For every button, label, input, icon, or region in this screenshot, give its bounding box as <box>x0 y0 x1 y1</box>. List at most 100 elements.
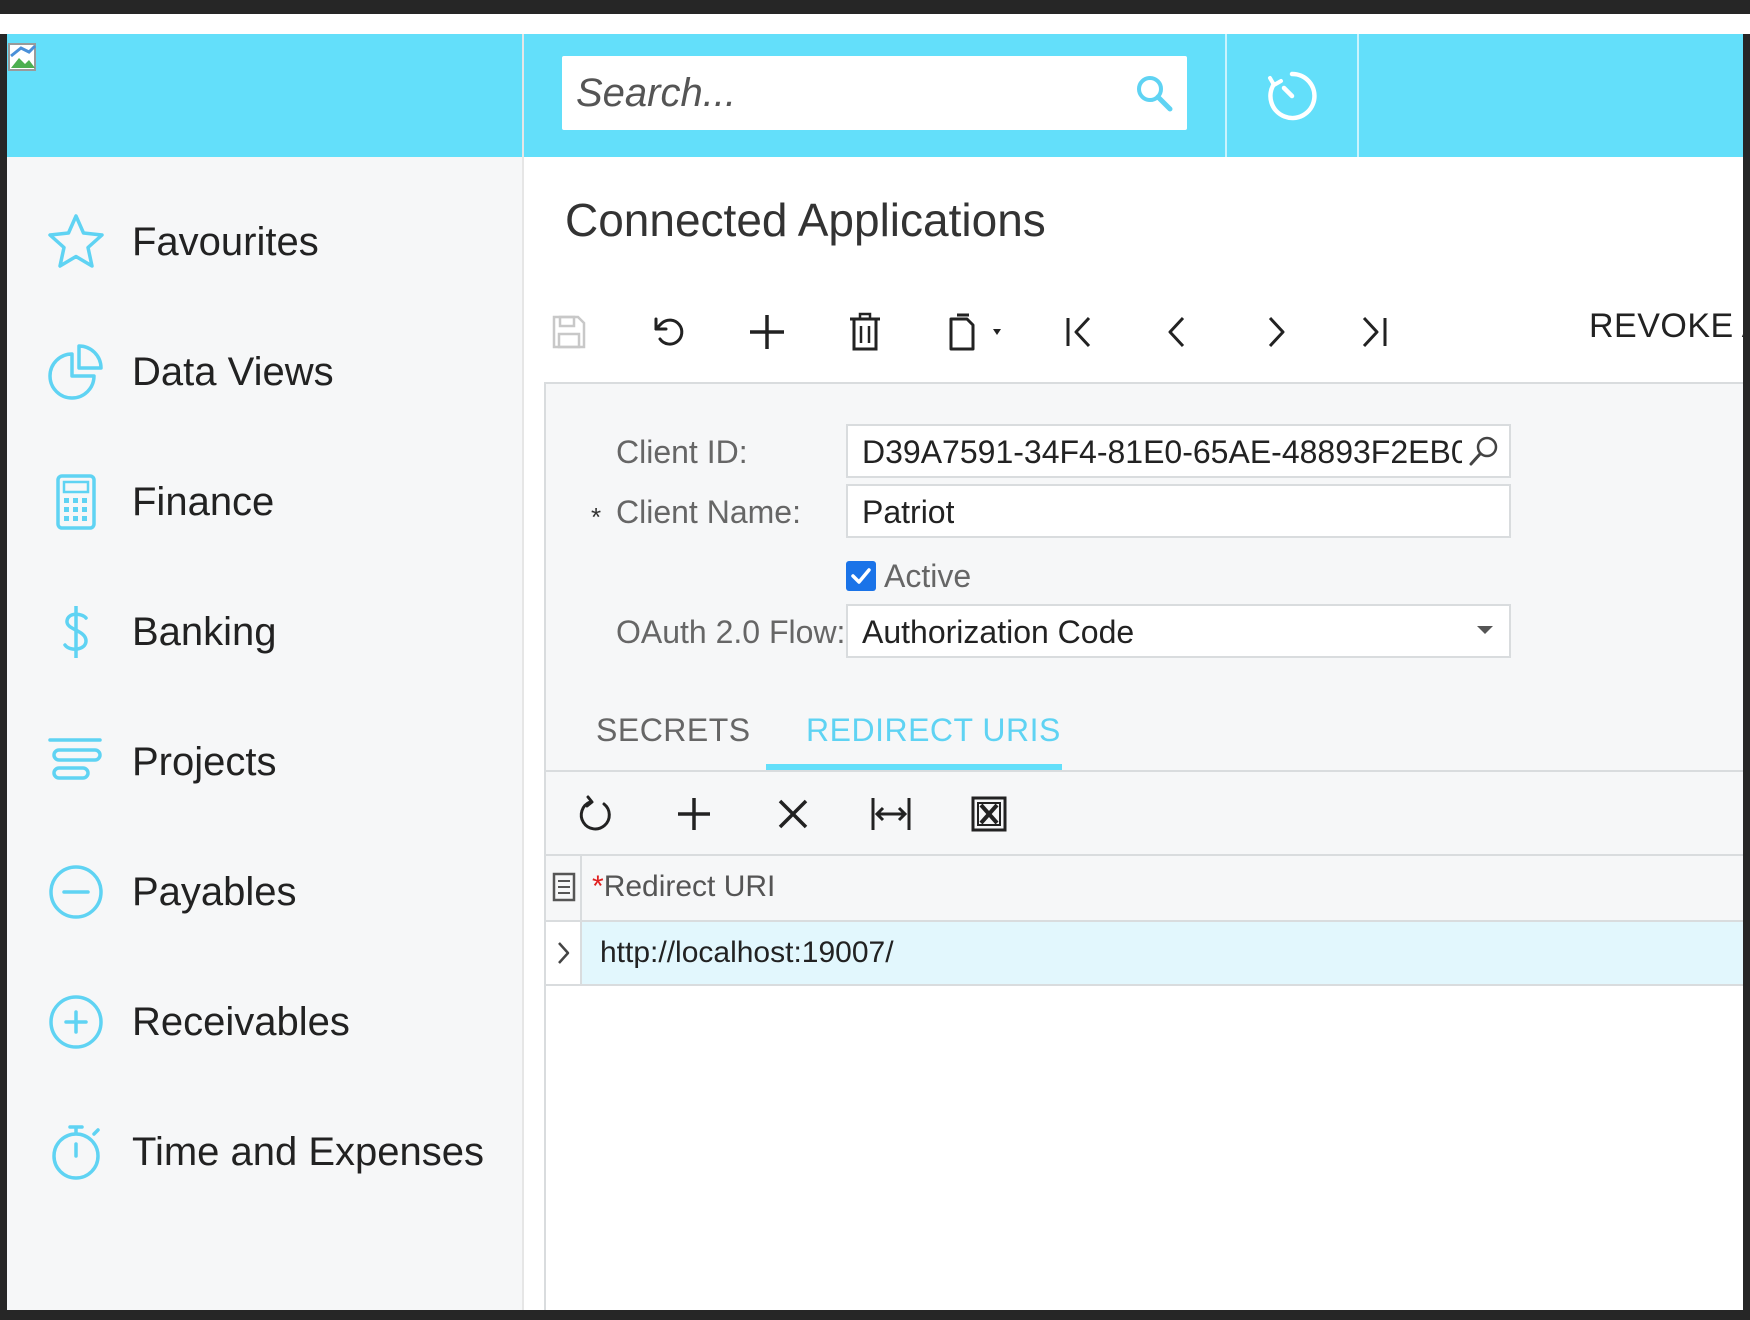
row-selector-icon[interactable] <box>548 870 580 906</box>
tab-redirect-uris[interactable]: REDIRECT URIS <box>806 712 1061 749</box>
undo-button[interactable] <box>639 302 699 362</box>
refresh-button[interactable] <box>566 784 626 844</box>
chevron-right-icon <box>558 942 570 964</box>
window-top-strip <box>0 14 1750 34</box>
oauth-flow-value: Authorization Code <box>862 614 1135 650</box>
sidebar-item-favourites[interactable]: Favourites <box>7 187 522 297</box>
sidebar-item-receivables[interactable]: Receivables <box>7 967 522 1077</box>
sidebar-item-label: Favourites <box>132 219 319 264</box>
undo-icon <box>654 317 684 346</box>
calculator-icon <box>45 471 107 533</box>
sidebar-item-payables[interactable]: Payables <box>7 837 522 947</box>
sidebar-item-label: Data Views <box>132 349 334 394</box>
trash-icon <box>850 312 880 351</box>
search-icon[interactable] <box>1133 72 1175 114</box>
client-id-value: D39A7591-34F4-81E0-65AE-48893F2EB0FB@ <box>862 434 1462 470</box>
sidebar-item-label: Banking <box>132 609 277 654</box>
revoke-button[interactable]: REVOKE A <box>1589 307 1750 346</box>
minus-circle-icon <box>45 861 107 923</box>
sidebar-item-finance[interactable]: Finance <box>7 447 522 557</box>
row-expander[interactable] <box>546 922 582 984</box>
oauth-flow-select[interactable]: Authorization Code <box>846 604 1511 658</box>
active-label: Active <box>884 558 972 594</box>
column-header-redirect-uri[interactable]: *Redirect URI <box>592 870 775 904</box>
history-icon <box>1268 71 1317 120</box>
history-button[interactable] <box>1227 34 1357 157</box>
plus-circle-icon <box>45 991 107 1053</box>
sidebar-item-label: Time and Expenses <box>132 1129 485 1174</box>
last-record-button[interactable] <box>1344 302 1404 362</box>
fit-width-icon <box>871 798 911 830</box>
add-row-button[interactable] <box>664 784 724 844</box>
sidebar: Favourites Data Views Finance Banking Pr… <box>7 157 524 1310</box>
client-id-field[interactable]: D39A7591-34F4-81E0-65AE-48893F2EB0FB@ <box>846 424 1511 478</box>
column-header-label: Redirect URI <box>603 870 776 903</box>
app-frame: Favourites Data Views <box>7 34 1750 1310</box>
sidebar-item-data-views[interactable]: Data Views <box>7 317 522 427</box>
last-icon <box>1362 316 1387 348</box>
refresh-icon <box>579 795 611 831</box>
chevron-down-icon <box>1477 626 1493 634</box>
search-box <box>562 56 1187 130</box>
sidebar-item-time-and-expenses[interactable]: Time and Expenses <box>7 1097 522 1207</box>
fit-columns-button[interactable] <box>861 784 921 844</box>
form-panel: Client ID: D39A7591-34F4-81E0-65AE-48893… <box>544 382 1750 1310</box>
delete-row-button[interactable] <box>763 784 823 844</box>
top-bar <box>524 34 1750 157</box>
client-name-field[interactable]: Patriot <box>846 484 1511 538</box>
tab-secrets[interactable]: SECRETS <box>596 712 751 749</box>
plus-icon <box>750 315 784 349</box>
sidebar-item-projects[interactable]: Projects <box>7 707 522 817</box>
clipboard-icon <box>949 313 1001 351</box>
save-icon <box>552 315 586 349</box>
sidebar-item-label: Finance <box>132 479 275 524</box>
redirect-uri-cell[interactable]: http://localhost:19007/ <box>600 936 894 970</box>
grid-toolbar <box>546 772 1750 856</box>
sidebar-item-label: Projects <box>132 739 277 784</box>
add-button[interactable] <box>737 302 797 362</box>
window-top-border <box>0 0 1750 14</box>
oauth-flow-label: OAuth 2.0 Flow: <box>616 614 846 650</box>
chevron-right-icon <box>1268 316 1285 348</box>
chevron-left-icon <box>1168 316 1185 348</box>
close-icon <box>778 799 808 829</box>
plus-icon <box>678 798 710 830</box>
form-toolbar: REVOKE A <box>524 297 1750 367</box>
page-title: Connected Applications <box>565 194 1046 246</box>
next-record-button[interactable] <box>1246 302 1306 362</box>
sidebar-item-label: Receivables <box>132 999 350 1044</box>
main-content: Connected Applications REVOKE A Client I… <box>524 157 1750 1310</box>
active-checkbox[interactable] <box>846 561 876 591</box>
first-record-button[interactable] <box>1049 302 1109 362</box>
save-button[interactable] <box>539 302 599 362</box>
broken-image-icon <box>8 43 37 71</box>
dollar-icon <box>45 601 107 663</box>
client-id-label: Client ID: <box>616 434 748 470</box>
window-bottom-border <box>0 1310 1750 1320</box>
export-excel-button[interactable] <box>959 784 1019 844</box>
logo-area <box>7 34 524 157</box>
excel-icon <box>971 796 1007 832</box>
star-icon <box>45 211 107 273</box>
column-divider <box>580 856 582 920</box>
search-input[interactable] <box>576 56 1116 130</box>
sidebar-item-label: Payables <box>132 869 297 914</box>
delete-button[interactable] <box>835 302 895 362</box>
lookup-icon[interactable] <box>1467 434 1501 468</box>
previous-record-button[interactable] <box>1147 302 1207 362</box>
topbar-separator <box>1357 34 1359 157</box>
required-marker: * <box>591 502 602 532</box>
stopwatch-icon <box>45 1121 107 1183</box>
table-row[interactable]: http://localhost:19007/ <box>546 922 1750 986</box>
pie-chart-icon <box>45 341 107 403</box>
redirect-uris-grid: *Redirect URI http://localhost:19007/ <box>546 772 1750 1310</box>
client-name-label: Client Name: <box>616 494 801 530</box>
window-right-border <box>1743 34 1750 1310</box>
grid-header: *Redirect URI <box>546 856 1750 922</box>
projects-icon <box>45 731 107 793</box>
clipboard-dropdown-button[interactable] <box>934 302 1024 362</box>
checkmark-icon <box>851 568 871 584</box>
first-icon <box>1066 316 1091 348</box>
sidebar-item-banking[interactable]: Banking <box>7 577 522 687</box>
client-name-value: Patriot <box>862 494 955 530</box>
